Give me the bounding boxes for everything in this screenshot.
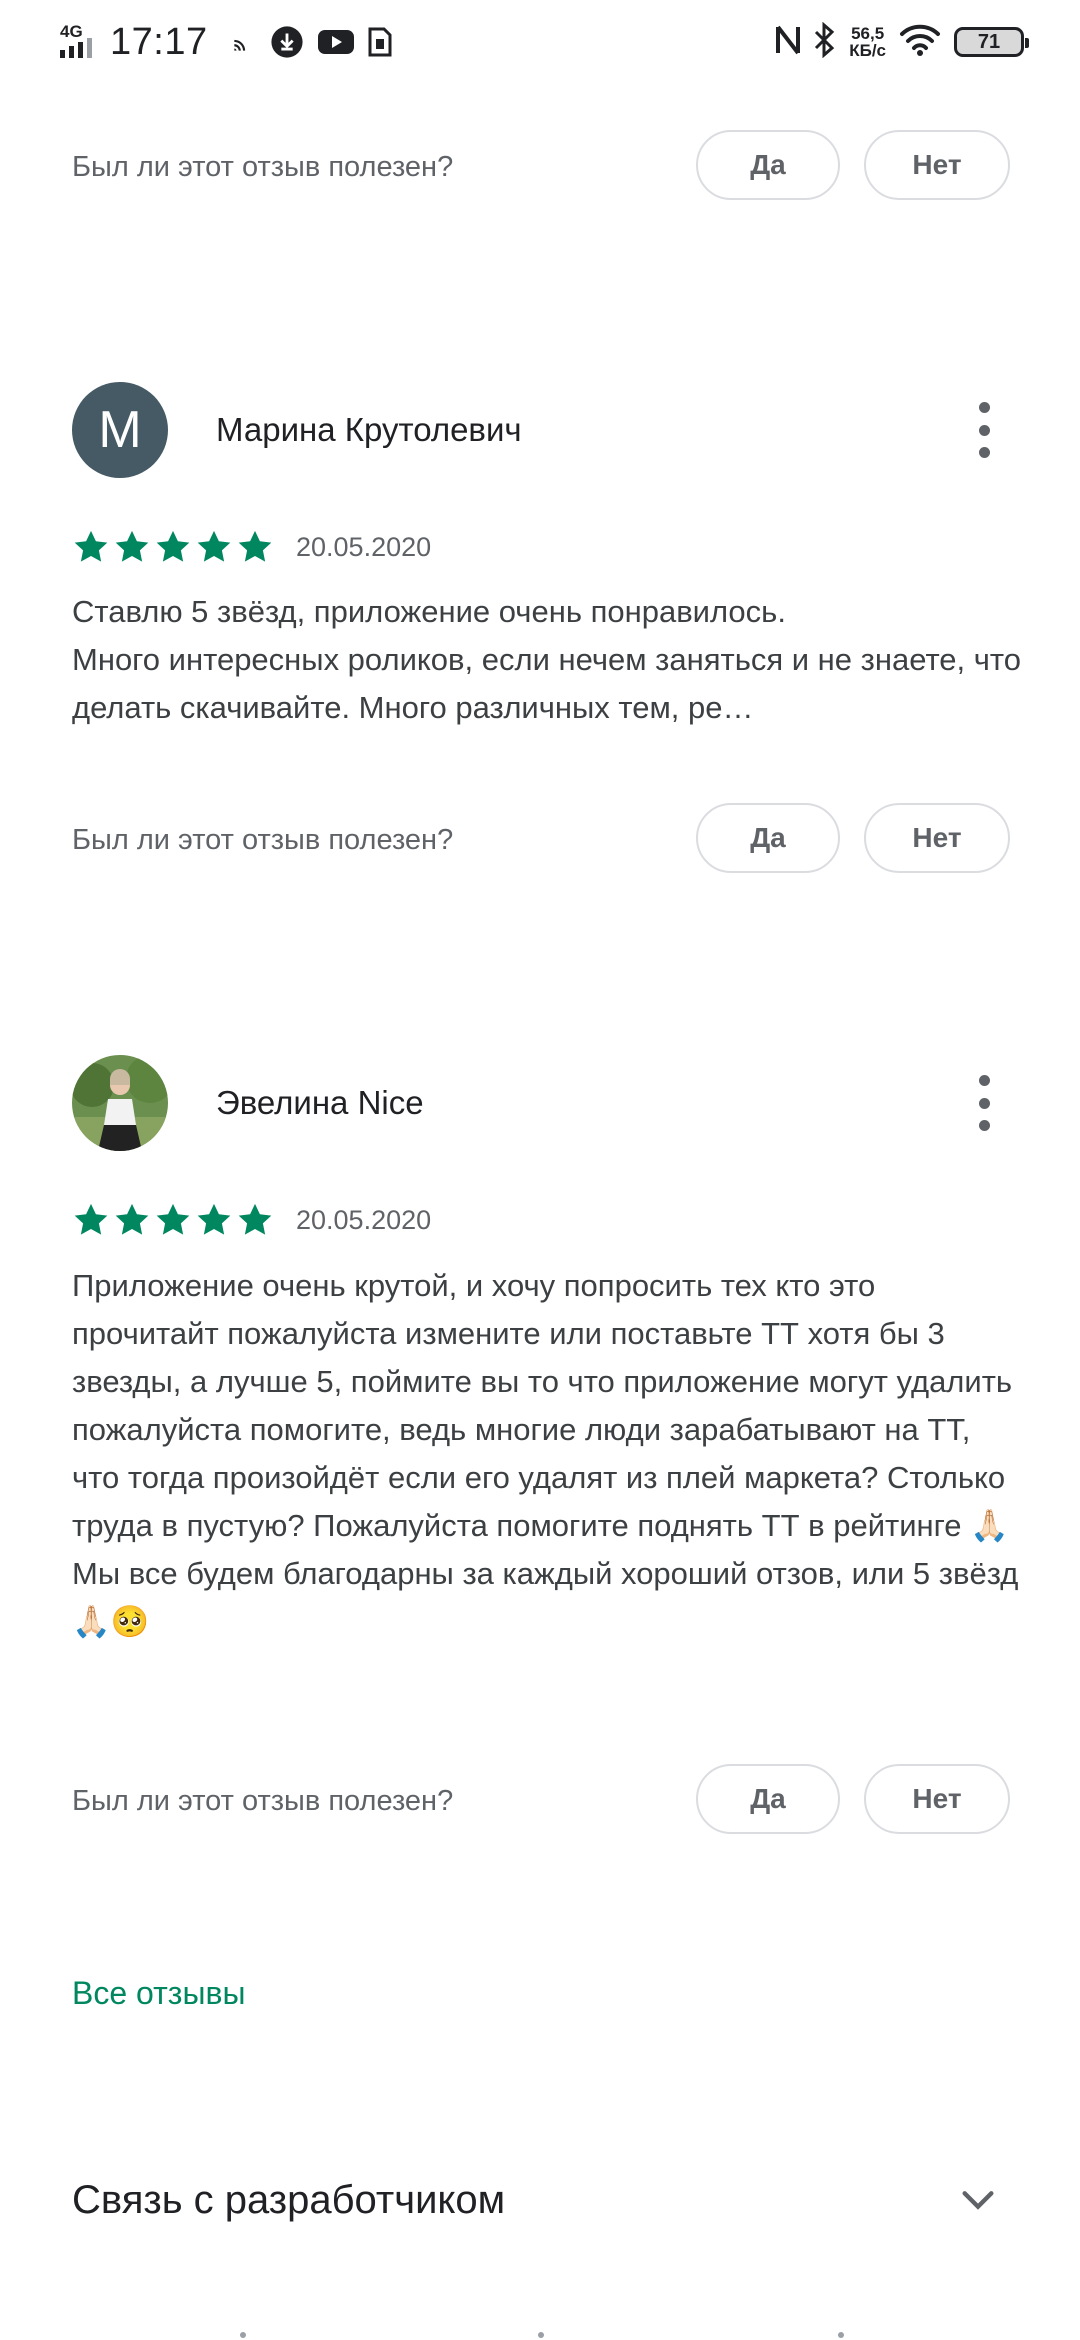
review-header: M Марина Крутолевич: [72, 382, 1012, 478]
avatar: M: [72, 382, 168, 478]
rating-row: 20.05.2020: [72, 527, 431, 567]
cellular-signal-icon: 4G: [58, 22, 104, 62]
star-rating: [72, 528, 274, 566]
star-icon: [74, 530, 108, 562]
all-reviews-link[interactable]: Все отзывы: [72, 1975, 245, 2012]
review-date: 20.05.2020: [296, 531, 432, 562]
reviewer-name: Эвелина Nice: [216, 1084, 424, 1121]
helpful-yes-button[interactable]: Да: [696, 1764, 840, 1834]
star-icon: [197, 1203, 231, 1235]
helpful-question: Был ли этот отзыв полезен?: [72, 1785, 454, 1817]
review-date: 20.05.2020: [296, 1204, 432, 1235]
helpful-no-button[interactable]: Нет: [864, 803, 1010, 873]
helpful-question: Был ли этот отзыв полезен?: [72, 824, 454, 856]
wifi-icon: [898, 23, 942, 62]
helpful-row: Был ли этот отзыв полезен? Да Нет: [72, 130, 1012, 204]
rating-row: 20.05.2020: [72, 1200, 431, 1240]
more-options-icon[interactable]: [976, 402, 992, 458]
network-speed-value: 56,5: [851, 24, 885, 43]
star-icon: [156, 530, 190, 562]
star-icon: [115, 530, 149, 562]
network-speed: 56,5 КБ/с: [849, 25, 886, 59]
clock: 17:17: [110, 20, 208, 63]
more-options-icon[interactable]: [976, 1075, 992, 1131]
sim-icon: [368, 27, 392, 57]
chevron-down-icon[interactable]: [958, 2180, 998, 2220]
review-text[interactable]: Приложение очень крутой, и хочу попросит…: [72, 1262, 1022, 1702]
helpful-no-button[interactable]: Нет: [864, 130, 1010, 200]
helpful-question: Был ли этот отзыв полезен?: [72, 151, 454, 183]
star-rating: [72, 1201, 274, 1239]
star-icon: [74, 1203, 108, 1235]
helpful-no-button[interactable]: Нет: [864, 1764, 1010, 1834]
network-speed-unit: КБ/с: [849, 41, 886, 60]
helpful-yes-button[interactable]: Да: [696, 130, 840, 200]
nfc-icon: [775, 23, 801, 62]
battery-level: 71: [977, 30, 1001, 53]
review-header: Эвелина Nice: [72, 1055, 1012, 1151]
cast-icon: [230, 29, 256, 55]
avatar: [72, 1055, 168, 1151]
developer-contact-title: Связь с разработчиком: [72, 2178, 506, 2222]
helpful-yes-button[interactable]: Да: [696, 803, 840, 873]
developer-contact-section[interactable]: Связь с разработчиком: [72, 2172, 1012, 2228]
star-icon: [238, 530, 272, 562]
star-icon: [197, 530, 231, 562]
status-bar: 4G 17:17 56,5 КБ/с 71: [0, 0, 1080, 84]
avatar-letter: M: [98, 401, 142, 459]
reviewer-name: Марина Крутолевич: [216, 411, 522, 448]
download-icon: [270, 25, 304, 59]
youtube-icon: [317, 28, 354, 56]
battery-icon: 71: [954, 27, 1029, 57]
review-text[interactable]: Ставлю 5 звёзд, приложение очень понрави…: [72, 588, 1022, 732]
star-icon: [156, 1203, 190, 1235]
helpful-row: Был ли этот отзыв полезен? Да Нет: [72, 803, 1012, 877]
helpful-row: Был ли этот отзыв полезен? Да Нет: [72, 1764, 1012, 1838]
bluetooth-icon: [813, 21, 837, 63]
star-icon: [238, 1203, 272, 1235]
star-icon: [115, 1203, 149, 1235]
